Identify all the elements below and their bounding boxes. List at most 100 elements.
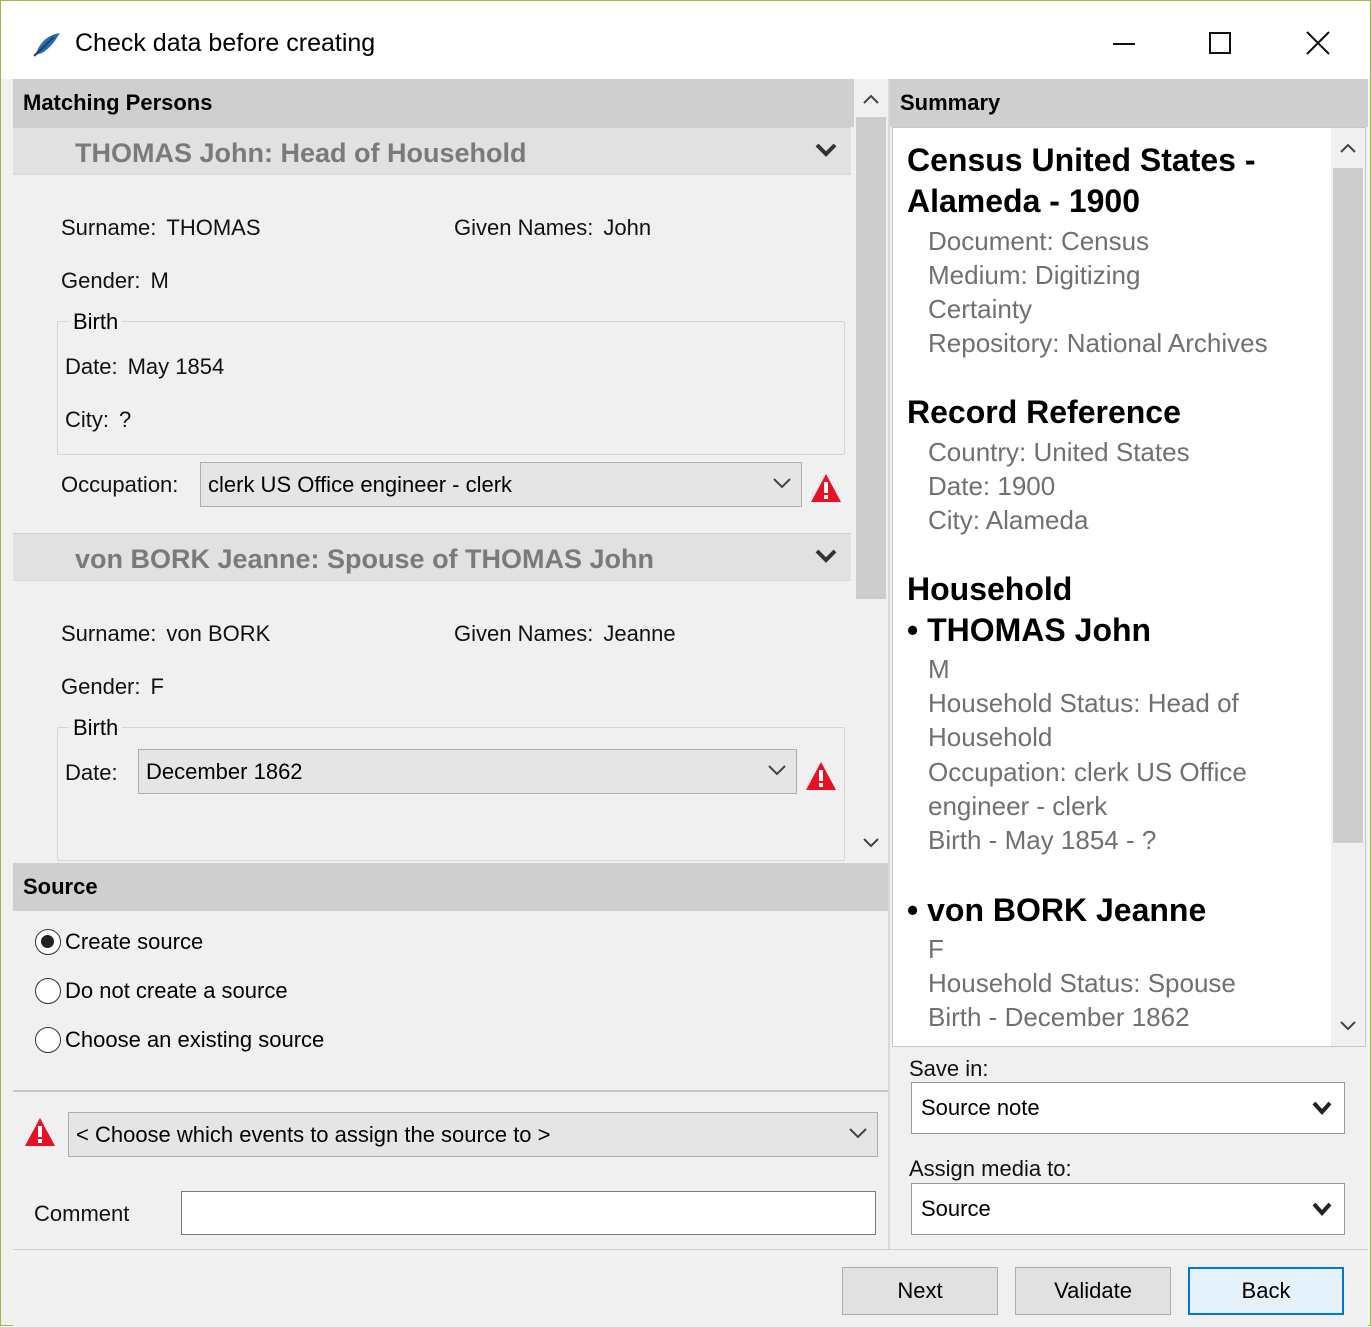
gender-label: Gender: xyxy=(61,674,141,699)
title-bar: Check data before creating xyxy=(1,1,1370,79)
birth-date-select[interactable]: December 1862 xyxy=(138,749,797,794)
radio-do-not-create-source[interactable]: Do not create a source xyxy=(35,978,288,1004)
surname-label: Surname: xyxy=(61,621,157,646)
city-value: ? xyxy=(119,407,132,432)
chevron-up-icon xyxy=(863,94,879,104)
maximize-icon xyxy=(1209,32,1231,54)
source-title: Source xyxy=(23,874,98,899)
events-select[interactable]: < Choose which events to assign the sour… xyxy=(68,1112,878,1157)
source-divider xyxy=(13,1090,888,1092)
household-person-1-gender: M xyxy=(928,654,950,684)
source-header: Source xyxy=(13,863,888,911)
comment-input[interactable] xyxy=(181,1191,876,1235)
city-label: City: xyxy=(65,407,109,432)
country-line: Country: United States xyxy=(928,437,1190,467)
back-button[interactable]: Back xyxy=(1188,1267,1344,1315)
person-1-surname: Surname: THOMAS xyxy=(61,215,261,241)
person-2-header[interactable]: von BORK Jeanne: Spouse of THOMAS John xyxy=(13,533,851,581)
surname-label: Surname: xyxy=(61,215,157,240)
save-in-select[interactable]: Source note xyxy=(911,1082,1345,1134)
given-names-label: Given Names: xyxy=(454,621,594,646)
given-names-value: John xyxy=(603,215,652,240)
census-title-line-2: Alameda - 1900 xyxy=(907,183,1141,219)
assign-media-select[interactable]: Source xyxy=(911,1183,1345,1235)
scrollbar-thumb[interactable] xyxy=(1333,168,1363,843)
right-panel: Summary Census United States - Alameda -… xyxy=(890,79,1368,1249)
minimize-button[interactable] xyxy=(1079,17,1169,69)
radio-label: Do not create a source xyxy=(65,978,288,1003)
person-2-birth-legend: Birth xyxy=(69,715,123,741)
gender-value: M xyxy=(150,268,169,293)
person-1-birth-date: Date: May 1854 xyxy=(65,354,224,380)
medium-line: Medium: Digitizing xyxy=(928,260,1141,290)
persons-scrollbar[interactable] xyxy=(854,79,888,861)
matching-persons-header: Matching Persons xyxy=(13,79,888,127)
person-2-given-names: Given Names: Jeanne xyxy=(454,621,676,647)
chevron-down-icon xyxy=(1312,1202,1332,1216)
person-2-gender: Gender: F xyxy=(61,674,164,700)
summary-scrollbar[interactable] xyxy=(1331,128,1365,1046)
summary-title: Summary xyxy=(900,90,1001,115)
given-names-label: Given Names: xyxy=(454,215,594,240)
maximize-button[interactable] xyxy=(1175,17,1265,69)
assign-media-value: Source xyxy=(921,1196,991,1221)
matching-persons-title: Matching Persons xyxy=(23,90,213,115)
surname-value: von BORK xyxy=(166,621,271,646)
household-title: Household xyxy=(907,571,1073,607)
events-select-value: < Choose which events to assign the sour… xyxy=(76,1121,551,1147)
warning-icon xyxy=(806,762,836,790)
scrollbar-thumb[interactable] xyxy=(856,117,886,599)
radio-label: Choose an existing source xyxy=(65,1027,325,1052)
gender-label: Gender: xyxy=(61,268,141,293)
surname-value: THOMAS xyxy=(166,215,261,240)
scroll-down-button[interactable] xyxy=(1331,1008,1365,1044)
minimize-icon xyxy=(1113,43,1135,45)
close-button[interactable] xyxy=(1273,17,1363,69)
certainty-line: Certainty xyxy=(928,294,1033,324)
close-icon xyxy=(1306,31,1330,55)
radio-dot[interactable] xyxy=(35,978,61,1004)
chevron-down-icon xyxy=(1312,1101,1332,1115)
person-1-given-names: Given Names: John xyxy=(454,215,651,241)
household-person-1-occupation-1: Occupation: clerk US Office xyxy=(928,757,1247,787)
household-person-1-birth: Birth - May 1854 - ? xyxy=(928,825,1157,855)
chevron-down-icon[interactable] xyxy=(815,548,837,564)
summary-header: Summary xyxy=(890,79,1368,127)
document-line: Document: Census xyxy=(928,226,1150,256)
birth-date-value: December 1862 xyxy=(146,758,303,784)
next-button[interactable]: Next xyxy=(842,1267,998,1315)
gender-value: F xyxy=(150,674,164,699)
radio-create-source[interactable]: Create source xyxy=(35,929,203,955)
button-bar: Next Validate Back xyxy=(13,1249,1368,1327)
date-line: Date: 1900 xyxy=(928,471,1056,501)
validate-button[interactable]: Validate xyxy=(1015,1267,1171,1315)
person-1-gender: Gender: M xyxy=(61,268,169,294)
scroll-up-button[interactable] xyxy=(1331,130,1365,166)
person-1-birth-group xyxy=(57,321,845,455)
save-in-label: Save in: xyxy=(909,1056,989,1081)
matching-persons-list: THOMAS John: Head of Household Surname: T… xyxy=(13,127,853,861)
repository-line: Repository: National Archives xyxy=(928,328,1268,358)
chevron-up-icon xyxy=(1340,143,1356,153)
household-person-2-status: Household Status: Spouse xyxy=(928,968,1236,998)
radio-dot[interactable] xyxy=(35,1027,61,1053)
census-title-line-1: Census United States - xyxy=(907,142,1256,178)
occupation-select[interactable]: clerk US Office engineer - clerk xyxy=(200,462,802,507)
record-reference-title: Record Reference xyxy=(907,394,1181,430)
occupation-value: clerk US Office engineer - clerk xyxy=(208,471,513,497)
dialog-window: Check data before creating Matching Pers… xyxy=(0,0,1371,1327)
comment-label: Comment xyxy=(34,1201,130,1226)
chevron-down-icon xyxy=(849,1128,867,1139)
occupation-label: Occupation: xyxy=(61,472,179,497)
given-names-value: Jeanne xyxy=(603,621,676,646)
radio-dot[interactable] xyxy=(35,929,61,955)
scroll-down-button[interactable] xyxy=(854,825,888,861)
radio-label: Create source xyxy=(65,929,204,954)
radio-choose-existing-source[interactable]: Choose an existing source xyxy=(35,1027,324,1053)
person-2-date-label: Date: xyxy=(65,760,118,785)
warning-icon xyxy=(25,1118,55,1146)
chevron-down-icon xyxy=(768,765,786,776)
person-1-header[interactable]: THOMAS John: Head of Household xyxy=(13,127,851,175)
scroll-up-button[interactable] xyxy=(854,81,888,117)
chevron-down-icon[interactable] xyxy=(815,142,837,158)
